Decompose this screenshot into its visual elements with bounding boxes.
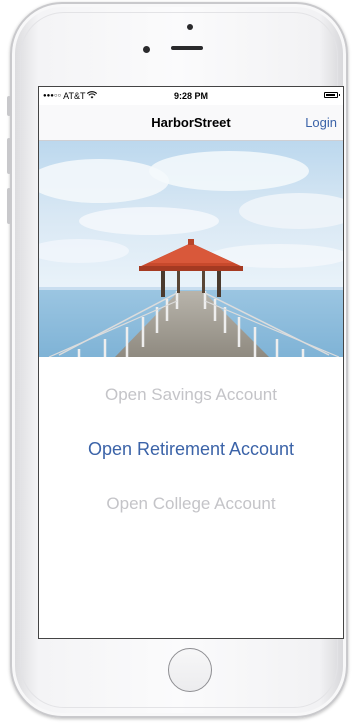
open-college-account-button[interactable]: Open College Account: [39, 494, 343, 514]
page: ●●●○○ AT&T 9:28 PM HarborStreet Login Op…: [0, 0, 352, 723]
app-title: HarborStreet: [151, 115, 231, 130]
mute-switch: [7, 96, 11, 116]
front-camera-icon: [143, 46, 150, 53]
battery-icon: [324, 92, 340, 98]
status-bar: ●●●○○ AT&T 9:28 PM: [39, 87, 343, 105]
hero-image: [39, 141, 343, 357]
status-time: 9:28 PM: [173, 91, 208, 101]
navigation-bar: HarborStreet Login: [39, 105, 343, 141]
earpiece-speaker: [171, 46, 203, 50]
open-retirement-account-button[interactable]: Open Retirement Account: [39, 439, 343, 460]
volume-down-button: [7, 188, 11, 224]
open-savings-account-button[interactable]: Open Savings Account: [39, 385, 343, 405]
proximity-sensor: [187, 24, 193, 30]
screen: ●●●○○ AT&T 9:28 PM HarborStreet Login Op…: [38, 86, 344, 639]
login-button[interactable]: Login: [305, 115, 337, 130]
volume-up-button: [7, 138, 11, 174]
home-button-icon[interactable]: [168, 648, 212, 692]
